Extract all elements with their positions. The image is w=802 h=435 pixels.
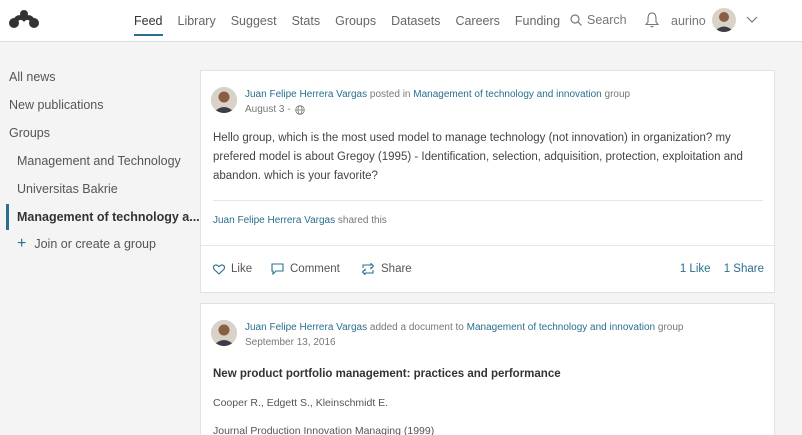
sidebar: All news New publications Groups Managem… (0, 43, 200, 435)
post-counts: 1 Like 1 Share (670, 263, 764, 275)
sidebar-item-new-publications[interactable]: New publications (9, 98, 104, 112)
nav-datasets[interactable]: Datasets (391, 0, 440, 42)
document-authors: Cooper R., Edgett S., Kleinschmidt E. (213, 397, 389, 409)
active-indicator (6, 204, 9, 230)
document-title[interactable]: New product portfolio management: practi… (213, 368, 561, 380)
like-button[interactable]: Like (213, 263, 252, 275)
sidebar-item-management-and-technology[interactable]: Management and Technology (17, 154, 181, 168)
group-link[interactable]: Management of technology and innovation (467, 322, 655, 333)
post-card: Juan Felipe Herrera Vargas added a docum… (200, 303, 775, 435)
search-button[interactable]: Search (570, 13, 627, 27)
group-suffix: group (657, 322, 684, 333)
username[interactable]: aurino (671, 14, 706, 28)
likes-count[interactable]: 1 Like (680, 263, 711, 275)
mendeley-logo[interactable] (8, 9, 40, 29)
share-label: Share (381, 263, 412, 275)
nav-suggest[interactable]: Suggest (231, 0, 277, 42)
author-link[interactable]: Juan Felipe Herrera Vargas (245, 322, 367, 333)
author-link[interactable]: Juan Felipe Herrera Vargas (245, 89, 367, 100)
chevron-down-icon[interactable] (746, 16, 758, 24)
post-date-text: August 3 - (245, 104, 291, 115)
nav-careers[interactable]: Careers (455, 0, 499, 42)
sidebar-item-management-of-technology[interactable]: Management of technology a... (17, 210, 200, 224)
post-header: Juan Felipe Herrera Vargas added a docum… (245, 322, 683, 333)
shared-by-link[interactable]: Juan Felipe Herrera Vargas (213, 215, 335, 226)
share-button[interactable]: Share (361, 263, 412, 275)
user-avatar[interactable] (712, 8, 736, 32)
nav-library[interactable]: Library (178, 0, 216, 42)
shared-suffix: shared this (337, 215, 387, 226)
plus-icon: + (17, 235, 27, 252)
nav-funding[interactable]: Funding (515, 0, 560, 42)
share-icon (361, 263, 375, 275)
comment-label: Comment (290, 263, 340, 275)
globe-icon (294, 104, 305, 115)
sidebar-item-universitas-bakrie[interactable]: Universitas Bakrie (17, 182, 118, 196)
post-date: September 13, 2016 (245, 337, 336, 348)
top-navigation-bar: Feed Library Suggest Stats Groups Datase… (0, 0, 802, 42)
shared-info: Juan Felipe Herrera Vargas shared this (213, 215, 387, 226)
post-card: Juan Felipe Herrera Vargas posted in Man… (200, 70, 776, 293)
author-avatar[interactable] (211, 87, 237, 113)
sidebar-item-groups[interactable]: Groups (9, 126, 50, 140)
like-label: Like (231, 263, 253, 275)
post-date: August 3 - (245, 104, 305, 115)
post-header: Juan Felipe Herrera Vargas posted in Man… (245, 89, 630, 100)
comment-button[interactable]: Comment (271, 263, 340, 275)
main-nav: Feed Library Suggest Stats Groups Datase… (134, 0, 575, 42)
post-actions: Like Comment Share 1 Like 1 Share (201, 245, 776, 293)
document-journal: Journal Production Innovation Managing (… (213, 425, 435, 435)
group-suffix: group (604, 89, 631, 100)
post-date-text: September 13, 2016 (245, 337, 336, 348)
join-group-link[interactable]: + Join or create a group (17, 235, 156, 252)
search-label: Search (587, 13, 627, 27)
author-avatar[interactable] (211, 320, 237, 346)
divider (213, 200, 763, 201)
comment-icon (271, 263, 284, 275)
post-verb: posted in (369, 89, 411, 100)
shares-count[interactable]: 1 Share (724, 263, 764, 275)
post-body: Hello group, which is the most used mode… (213, 132, 743, 182)
sidebar-item-all-news[interactable]: All news (9, 70, 56, 84)
join-group-label: Join or create a group (34, 237, 156, 251)
search-icon (570, 14, 582, 26)
nav-stats[interactable]: Stats (292, 0, 321, 42)
nav-feed[interactable]: Feed (134, 0, 163, 42)
heart-icon (213, 263, 225, 275)
group-link[interactable]: Management of technology and innovation (413, 89, 601, 100)
post-verb: added a document to (369, 322, 464, 333)
nav-groups[interactable]: Groups (335, 0, 376, 42)
bell-icon[interactable] (645, 12, 659, 28)
